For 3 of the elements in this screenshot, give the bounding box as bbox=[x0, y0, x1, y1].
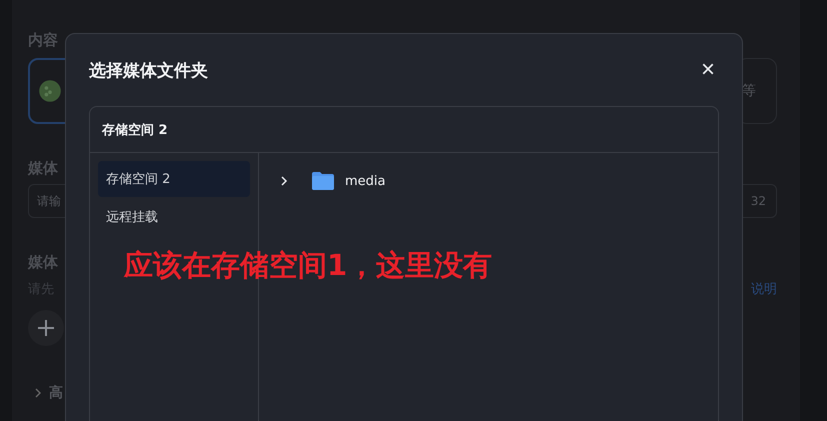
annotation-text: 应该在存储空间1，这里没有 bbox=[124, 247, 492, 284]
dialog-title: 选择媒体文件夹 bbox=[89, 60, 208, 82]
panel-title: 存储空间 2 bbox=[102, 122, 168, 138]
